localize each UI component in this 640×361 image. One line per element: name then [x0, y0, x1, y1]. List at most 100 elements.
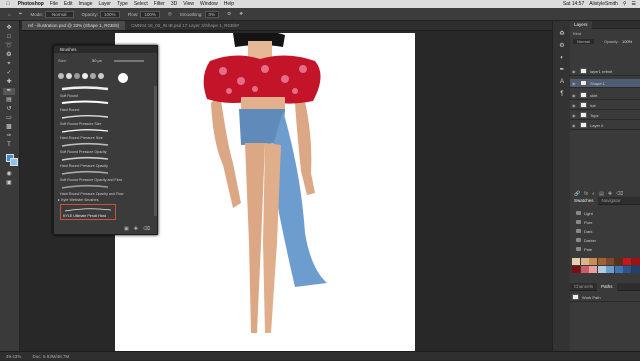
trash-icon[interactable]: ⌫	[143, 226, 150, 232]
symmetry-icon[interactable]: ❖	[239, 11, 243, 17]
color-swatch[interactable]	[623, 266, 631, 273]
eye-icon[interactable]: ◉	[572, 93, 578, 98]
tab-swatches[interactable]: Swatches	[570, 196, 598, 205]
pen-tool-icon[interactable]: ✑	[3, 133, 15, 140]
tab-paths[interactable]: Paths	[597, 282, 617, 291]
selected-brush[interactable]: KYLE Ultimate Pencil Hard	[60, 204, 116, 220]
color-swatch[interactable]	[580, 258, 589, 265]
menu-list-icon[interactable]: ☰	[632, 1, 636, 7]
blend-mode-dropdown[interactable]: Normal	[573, 39, 594, 44]
eye-icon[interactable]: ◉	[572, 69, 578, 74]
menu-layer[interactable]: Layer	[98, 1, 111, 7]
color-swatch[interactable]	[606, 266, 614, 273]
color-swatch[interactable]	[572, 258, 580, 265]
path-row[interactable]: Work Path	[570, 293, 640, 302]
swatch-group[interactable]: Dark	[570, 227, 640, 235]
stamp-tool-icon[interactable]: ▤	[3, 97, 15, 104]
eye-icon[interactable]: ◉	[572, 103, 578, 108]
recent-brush-5[interactable]	[90, 73, 96, 79]
brush-item[interactable]: Soft Round Pressure Opacity and Flow	[60, 170, 156, 182]
brush-item[interactable]: Hard Round	[60, 100, 156, 112]
recent-brush-4[interactable]	[82, 73, 88, 79]
tab-layers[interactable]: Layers	[570, 20, 592, 29]
recent-brush-3[interactable]	[74, 73, 80, 79]
tab-channels[interactable]: Channels	[570, 284, 597, 289]
color-swatch[interactable]	[580, 266, 589, 273]
gradient-tool-icon[interactable]: ▩	[3, 124, 15, 131]
menu-type[interactable]: Type	[117, 1, 128, 7]
screen-mode-icon[interactable]: ▣	[3, 180, 15, 187]
color-swatch[interactable]	[614, 266, 623, 273]
color-swatch[interactable]	[589, 266, 597, 273]
brush-size-value[interactable]: 50 px	[92, 58, 102, 63]
eye-icon[interactable]: ◉	[572, 81, 578, 86]
user-name[interactable]: AlistyleSmith	[589, 1, 618, 7]
eraser-tool-icon[interactable]: ▭	[3, 115, 15, 122]
menu-help[interactable]: Help	[224, 1, 234, 7]
recent-brush-1[interactable]	[58, 73, 64, 79]
swatch-group[interactable]: Pale	[570, 245, 640, 253]
filter-kind[interactable]: Kind	[573, 31, 581, 36]
menu-window[interactable]: Window	[200, 1, 218, 7]
brush-tool-icon[interactable]: ✒	[19, 11, 23, 17]
tab-document-2[interactable]: CMN04 18_03_IN IB.psd 17 Layer 3/Shape 1…	[125, 21, 245, 30]
brush-item[interactable]: Hard Round Pressure Size	[60, 128, 156, 140]
layer-row[interactable]: ◉ skirt	[570, 91, 640, 100]
healing-tool-icon[interactable]: ✚	[3, 79, 15, 86]
brushes-icon[interactable]: ✒	[556, 67, 568, 74]
new-group-icon[interactable]: ▣	[124, 226, 129, 232]
properties-icon[interactable]: ⚙	[556, 43, 568, 50]
color-swatch[interactable]	[606, 258, 614, 265]
character-icon[interactable]: A	[556, 79, 568, 86]
settings-gear-icon[interactable]: ⚙	[227, 11, 231, 17]
eyedropper-tool-icon[interactable]: ✓	[3, 70, 15, 77]
menu-image[interactable]: Image	[79, 1, 93, 7]
menu-3d[interactable]: 3D	[171, 1, 177, 7]
type-tool-icon[interactable]: T	[3, 142, 15, 149]
menu-select[interactable]: Select	[134, 1, 148, 7]
recent-brush-6[interactable]	[98, 73, 104, 79]
app-menu[interactable]: Photoshop	[18, 1, 44, 7]
quick-select-tool-icon[interactable]: ❂	[3, 52, 15, 59]
move-tool-icon[interactable]: ✥	[3, 25, 15, 32]
color-swatch[interactable]	[572, 266, 580, 273]
swatch-group[interactable]: Light	[570, 209, 640, 217]
color-swatch[interactable]	[631, 258, 640, 265]
flow-field[interactable]: 100%	[140, 10, 160, 18]
apple-icon[interactable]: 	[6, 1, 10, 7]
layer-row[interactable]: ◉ Tops	[570, 111, 640, 120]
document-canvas[interactable]	[115, 30, 415, 353]
history-icon[interactable]: ♻	[556, 31, 568, 38]
brushes-panel[interactable]: Brushes Size: 50 px Soft Round Hard Roun…	[53, 45, 158, 235]
tab-document-1[interactable]: ref - illustration.psd @ 33% (Shape 1, R…	[22, 21, 126, 30]
new-brush-icon[interactable]: ✚	[134, 226, 138, 232]
layer-row[interactable]: ◉ hat	[570, 101, 640, 110]
brush-group-folder[interactable]: ▸ Kyle Webster Brushes	[58, 197, 98, 202]
brush-item[interactable]: Soft Round	[60, 86, 156, 98]
menu-edit[interactable]: Edit	[64, 1, 73, 7]
layer-opacity-value[interactable]: 100%	[622, 39, 632, 44]
marquee-tool-icon[interactable]: □	[3, 34, 15, 41]
zoom-level[interactable]: 49.43%	[6, 354, 21, 359]
mode-dropdown[interactable]: Normal	[45, 10, 74, 18]
color-swatch[interactable]	[597, 258, 606, 265]
swatch-group[interactable]: Darker	[570, 236, 640, 244]
opacity-field[interactable]: 100%	[100, 10, 120, 18]
brush-item[interactable]: Soft Round Pressure Size	[60, 114, 156, 126]
color-swatch[interactable]	[623, 258, 631, 265]
brush-size-slider[interactable]	[114, 60, 144, 62]
airbrush-icon[interactable]: ◎	[168, 11, 172, 17]
swatch-group[interactable]: Pure	[570, 218, 640, 226]
color-swatch[interactable]	[631, 266, 640, 273]
smoothing-field[interactable]: 0%	[204, 10, 220, 18]
paragraph-icon[interactable]: ¶	[556, 91, 568, 98]
color-swatch[interactable]	[597, 266, 606, 273]
color-swatch[interactable]	[614, 258, 623, 265]
lasso-tool-icon[interactable]: ➰	[3, 43, 15, 50]
layer-row[interactable]: ◉ Layer 0	[570, 121, 640, 130]
layer-row[interactable]: ◉ layer1 refmit	[570, 67, 640, 76]
home-icon[interactable]: ⌂	[8, 12, 11, 17]
adjustments-icon[interactable]: ◐	[556, 55, 568, 62]
menu-file[interactable]: File	[50, 1, 58, 7]
recent-brush-2[interactable]	[66, 73, 72, 79]
